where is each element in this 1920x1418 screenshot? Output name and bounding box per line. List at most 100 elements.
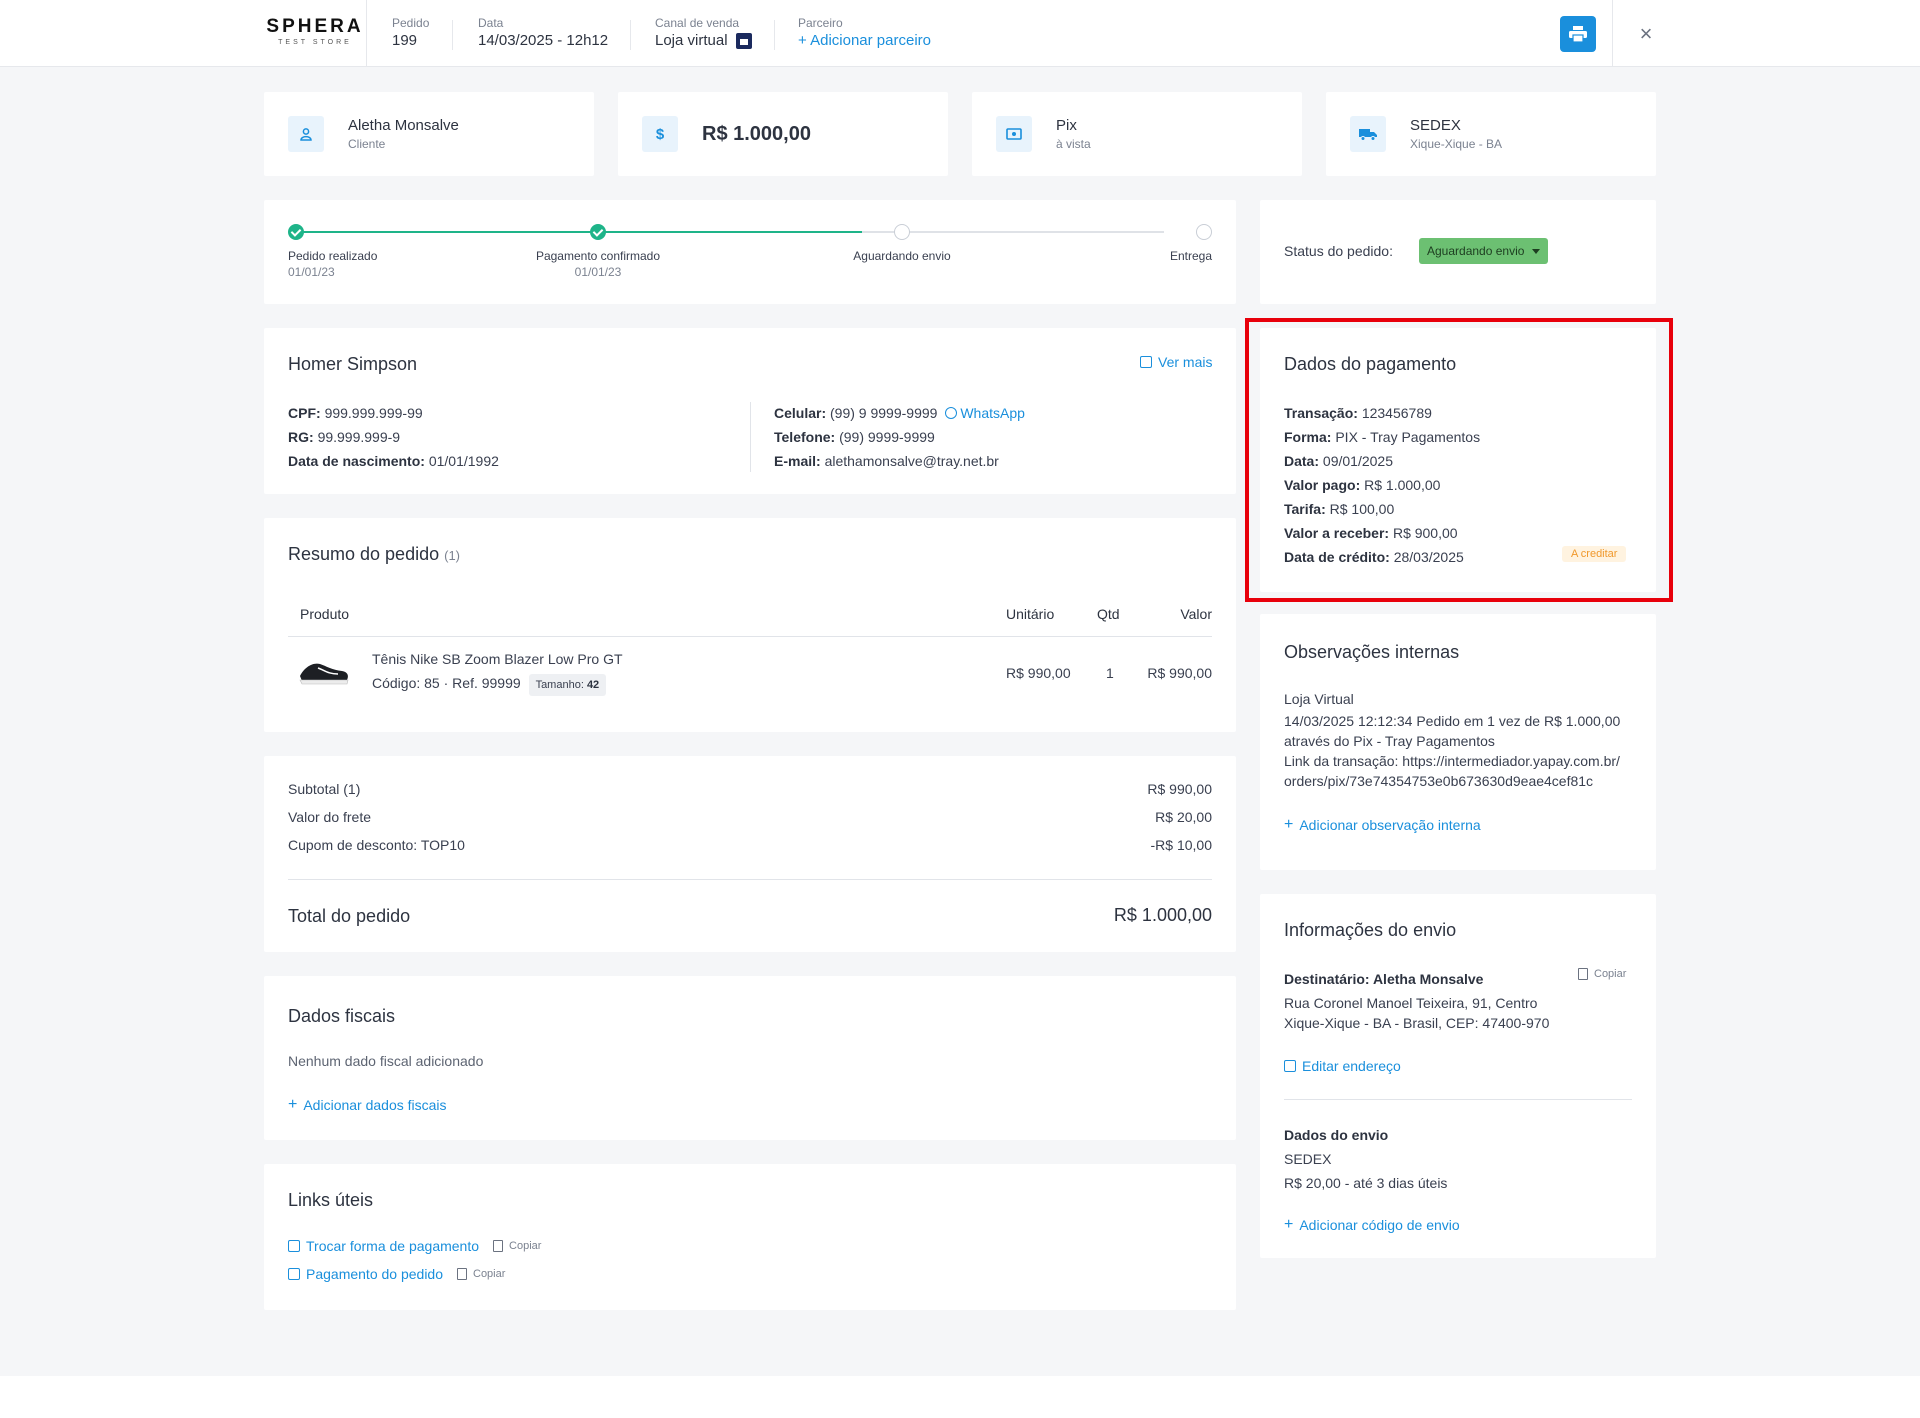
product-name[interactable]: Tênis Nike SB Zoom Blazer Low Pro GT xyxy=(372,650,623,668)
step-done-icon xyxy=(590,224,606,240)
shipping-method: SEDEX xyxy=(1410,117,1461,134)
fiscal-empty: Nenhum dado fiscal adicionado xyxy=(288,1053,484,1069)
step-done-icon xyxy=(288,224,304,240)
copy-button[interactable]: Copiar xyxy=(473,1268,505,1280)
see-more-link[interactable]: Ver mais xyxy=(1140,354,1212,370)
shipping-method-card: SEDEX Xique-Xique - BA xyxy=(1326,92,1656,176)
edit-icon xyxy=(1284,1060,1296,1072)
fiscal-data-card: Dados fiscais Nenhum dado fiscal adicion… xyxy=(264,976,1236,1140)
close-icon: × xyxy=(1639,21,1653,46)
step-date: 01/01/23 xyxy=(288,265,335,279)
status-label: Status do pedido: xyxy=(1284,243,1393,259)
add-internal-note-link[interactable]: + Adicionar observação interna xyxy=(1284,816,1481,834)
cpf-value: 999.999.999-99 xyxy=(324,405,423,421)
step-label: Pedido realizado xyxy=(288,249,378,263)
coupon-value: -R$ 10,00 xyxy=(1150,837,1212,853)
step-label: Aguardando envio xyxy=(853,249,951,263)
sales-channel-value: Loja virtual xyxy=(655,32,728,49)
whatsapp-link[interactable]: WhatsApp xyxy=(941,405,1025,421)
status-dropdown[interactable]: Aguardando envio xyxy=(1419,238,1549,264)
status-value: Aguardando envio xyxy=(1427,244,1525,258)
copy-address-button[interactable]: Copiar xyxy=(1578,968,1626,980)
customer-full-name: Homer Simpson xyxy=(288,354,418,374)
cash-icon xyxy=(996,116,1032,152)
copy-icon[interactable] xyxy=(493,1240,504,1252)
payment-terms: à vista xyxy=(1056,137,1091,151)
step-pending-icon xyxy=(894,224,910,240)
add-partner-link[interactable]: + Adicionar parceiro xyxy=(798,31,931,51)
customer-summary-card: Aletha Monsalve Cliente xyxy=(264,92,594,176)
note-line: através do Pix - Tray Pagamentos xyxy=(1284,733,1495,749)
recipient: Destinatário: Aletha Monsalve xyxy=(1284,971,1484,987)
subtotal-label: Subtotal (1) xyxy=(288,781,361,797)
links-title: Links úteis xyxy=(288,1190,374,1210)
step-label: Pagamento confirmado xyxy=(535,249,661,263)
shipping-info-title: Informações do envio xyxy=(1284,920,1457,940)
shipping-value: R$ 20,00 xyxy=(1155,809,1212,825)
copy-icon[interactable] xyxy=(457,1268,467,1280)
phone-value: (99) 9999-9999 xyxy=(839,429,935,445)
column-divider xyxy=(750,402,751,472)
add-tracking-code-link[interactable]: + Adicionar código de envio xyxy=(1284,1216,1460,1234)
close-button[interactable]: × xyxy=(1632,20,1660,48)
product-image xyxy=(299,663,349,685)
header-divider xyxy=(366,0,367,66)
order-totals-card: Subtotal (1) R$ 990,00 Valor do frete R$… xyxy=(264,756,1236,952)
size-badge: Tamanho: 42 xyxy=(528,674,607,696)
column-product: Produto xyxy=(300,606,350,622)
header-separator xyxy=(774,20,775,50)
product-meta: Código: 85 · Ref. 99999 Tamanho: 42 xyxy=(372,674,607,696)
sales-channel-field: Canal de venda Loja virtual xyxy=(655,15,752,51)
notes-title: Observações internas xyxy=(1284,642,1460,662)
store-logo: SPHERA TEST STORE xyxy=(266,16,364,46)
note-line: orders/pix/73e74354753e0b673630d9eae4cef… xyxy=(1284,773,1594,789)
copy-icon xyxy=(1578,968,1588,980)
step-date: 01/01/23 xyxy=(574,265,622,279)
order-timeline: Pedido realizado 01/01/23 Pagamento conf… xyxy=(264,200,1236,304)
customer-role: Cliente xyxy=(348,137,386,151)
edit-address-link[interactable]: Editar endereço xyxy=(1284,1058,1401,1074)
customer-details-card: Homer Simpson Ver mais CPF: 999.999.999-… xyxy=(264,328,1236,494)
column-unit: Unitário xyxy=(1006,606,1055,622)
timeline-progress xyxy=(296,231,862,233)
add-fiscal-data-link[interactable]: + Adicionar dados fiscais xyxy=(288,1096,447,1114)
notes-source: Loja Virtual xyxy=(1284,691,1354,707)
order-payment-link[interactable]: Pagamento do pedido Copiar xyxy=(288,1266,505,1282)
header-separator xyxy=(452,20,453,50)
internal-notes-card: Observações internas Loja Virtual 14/03/… xyxy=(1260,614,1656,870)
order-date-field: Data 14/03/2025 - 12h12 xyxy=(478,16,609,49)
header-separator xyxy=(630,20,631,50)
subtotal-value: R$ 990,00 xyxy=(1147,781,1212,797)
plus-icon: + xyxy=(1284,816,1294,833)
totals-divider xyxy=(288,879,1212,880)
coupon-label: Cupom de desconto: TOP10 xyxy=(288,837,465,853)
order-number-field: Pedido 199 xyxy=(392,16,430,49)
customer-name: Aletha Monsalve xyxy=(348,117,459,134)
change-payment-link[interactable]: Trocar forma de pagamento Copiar xyxy=(288,1238,541,1254)
note-line: Link da transação: https://intermediador… xyxy=(1284,753,1620,769)
order-summary-title: Resumo do pedido (1) xyxy=(288,544,461,564)
printer-icon xyxy=(1569,26,1587,42)
print-button[interactable] xyxy=(1560,16,1596,52)
copy-button[interactable]: Copiar xyxy=(509,1240,541,1252)
useful-links-card: Links úteis Trocar forma de pagamento Co… xyxy=(264,1164,1236,1310)
payment-highlight-frame xyxy=(1245,318,1673,602)
cell-value: (99) 9 9999-9999 xyxy=(830,405,938,421)
step-label: Entrega xyxy=(1169,249,1212,263)
plus-icon: + xyxy=(1284,1216,1294,1233)
total-label: Total do pedido xyxy=(288,906,411,926)
column-qty: Qtd xyxy=(1097,606,1120,622)
shipping-price: R$ 20,00 - até 3 dias úteis xyxy=(1284,1175,1448,1191)
carrier: SEDEX xyxy=(1284,1151,1332,1167)
shipping-info-card: Informações do envio Destinatário: Aleth… xyxy=(1260,894,1656,1258)
address-line-2: Xique-Xique - BA - Brasil, CEP: 47400-97… xyxy=(1284,1015,1550,1031)
whatsapp-icon xyxy=(945,407,958,419)
product-unit-price: R$ 990,00 xyxy=(1006,665,1071,681)
shipping-label: Valor do frete xyxy=(288,809,372,825)
shipping-location: Xique-Xique - BA xyxy=(1410,137,1503,151)
payment-method-card: Pix à vista xyxy=(972,92,1302,176)
external-link-icon xyxy=(288,1240,300,1252)
address-line-1: Rua Coronel Manoel Teixeira, 91, Centro xyxy=(1284,995,1538,1011)
column-value: Valor xyxy=(1180,606,1212,622)
header-divider xyxy=(1612,0,1613,66)
